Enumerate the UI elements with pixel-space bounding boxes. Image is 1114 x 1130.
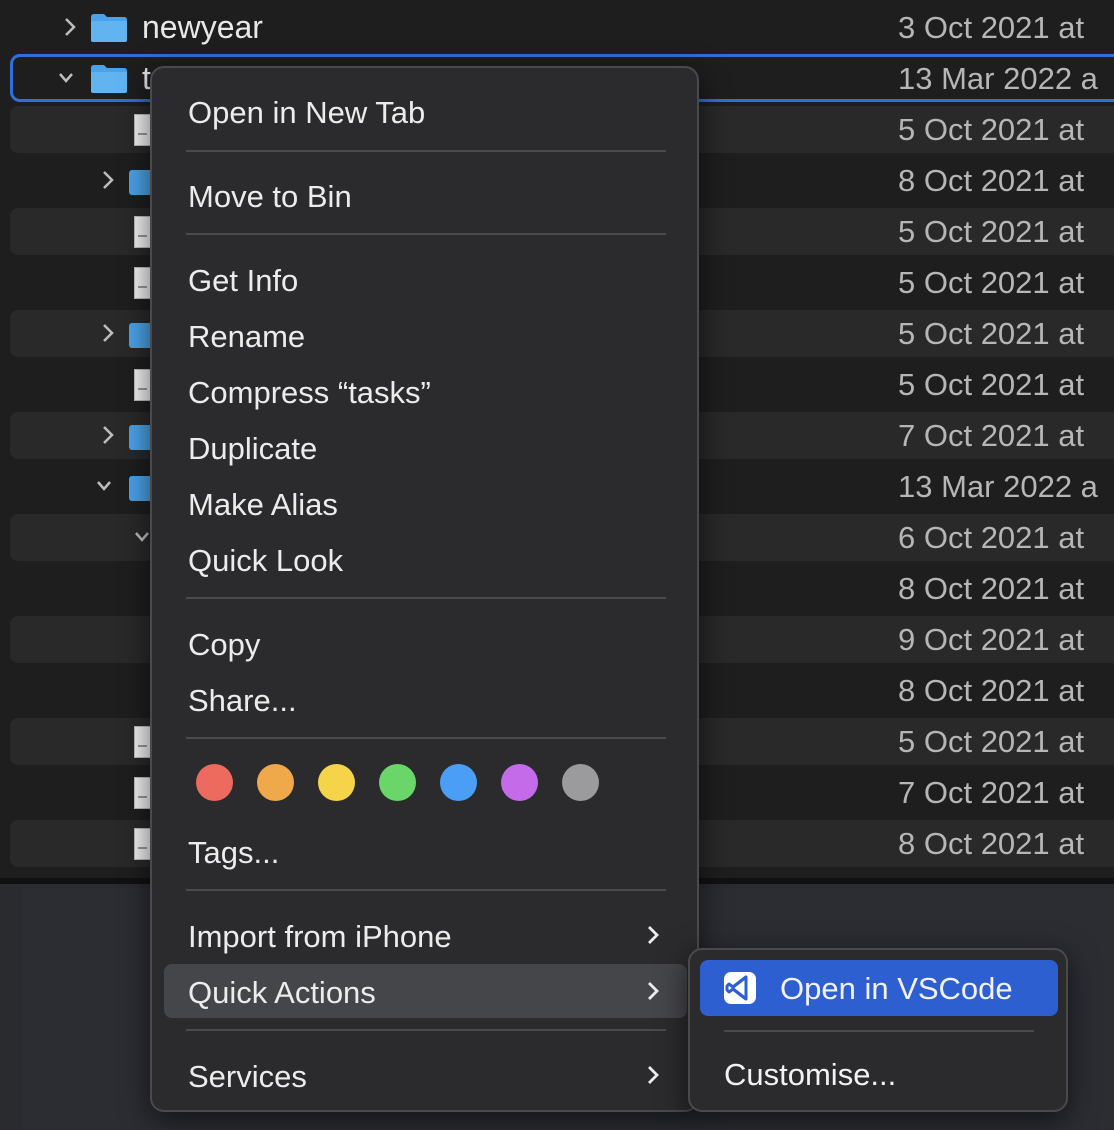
- menu-item-label: Customise...: [724, 1057, 897, 1092]
- tag-yellow-dot[interactable]: [318, 764, 355, 801]
- date-modified: 8 Oct 2021 at: [898, 163, 1085, 198]
- menu-separator: [186, 889, 666, 891]
- menu-separator: [186, 737, 666, 739]
- menu-item-label: Share...: [188, 683, 297, 718]
- chevron-down-icon[interactable]: [96, 474, 112, 498]
- menu-item-import-from-iphone[interactable]: Import from iPhone: [164, 908, 687, 962]
- menu-item-label: Tags...: [188, 835, 280, 870]
- menu-item-label: Move to Bin: [188, 179, 352, 214]
- chevron-right-icon: [648, 1066, 659, 1084]
- tag-purple-dot[interactable]: [501, 764, 538, 801]
- date-modified: 7 Oct 2021 at: [898, 418, 1085, 453]
- date-modified: 8 Oct 2021 at: [898, 826, 1085, 861]
- date-modified: 5 Oct 2021 at: [898, 214, 1085, 249]
- chevron-right-icon[interactable]: [100, 423, 116, 447]
- menu-item-services[interactable]: Services: [164, 1048, 687, 1102]
- menu-item-quick-look[interactable]: Quick Look: [164, 532, 687, 586]
- vscode-icon: [724, 972, 756, 1004]
- tag-grey-dot[interactable]: [562, 764, 599, 801]
- date-modified: 5 Oct 2021 at: [898, 724, 1085, 759]
- menu-item-open-in-new-tab[interactable]: Open in New Tab: [164, 84, 687, 138]
- document-icon: [134, 267, 151, 299]
- document-icon: [134, 828, 151, 860]
- date-modified: 5 Oct 2021 at: [898, 265, 1085, 300]
- date-modified: 5 Oct 2021 at: [898, 112, 1085, 147]
- menu-item-open-in-vscode[interactable]: Open in VSCode: [700, 960, 1058, 1016]
- menu-item-compress[interactable]: Compress “tasks”: [164, 364, 687, 418]
- tag-blue-dot[interactable]: [440, 764, 477, 801]
- chevron-right-icon[interactable]: [100, 168, 116, 192]
- menu-item-customise[interactable]: Customise...: [700, 1046, 1058, 1102]
- menu-item-label: Duplicate: [188, 431, 318, 466]
- menu-item-tags[interactable]: Tags...: [164, 824, 687, 878]
- menu-item-label: Quick Actions: [188, 975, 376, 1010]
- menu-separator: [724, 1030, 1034, 1032]
- menu-item-get-info[interactable]: Get Info: [164, 252, 687, 306]
- date-modified: 5 Oct 2021 at: [898, 367, 1085, 402]
- menu-item-duplicate[interactable]: Duplicate: [164, 420, 687, 474]
- date-modified: 6 Oct 2021 at: [898, 520, 1085, 555]
- date-modified: 5 Oct 2021 at: [898, 316, 1085, 351]
- menu-separator: [186, 150, 666, 152]
- date-modified: 8 Oct 2021 at: [898, 673, 1085, 708]
- menu-item-label: Services: [188, 1059, 307, 1094]
- menu-separator: [186, 597, 666, 599]
- document-icon: [134, 369, 151, 401]
- chevron-down-icon[interactable]: [134, 525, 150, 549]
- date-modified: 8 Oct 2021 at: [898, 571, 1085, 606]
- menu-item-label: Import from iPhone: [188, 919, 452, 954]
- document-icon: [134, 777, 151, 809]
- menu-item-rename[interactable]: Rename: [164, 308, 687, 362]
- menu-separator: [186, 1029, 666, 1031]
- menu-item-label: Rename: [188, 319, 306, 354]
- date-modified: 7 Oct 2021 at: [898, 775, 1085, 810]
- menu-item-label: Quick Look: [188, 543, 344, 578]
- document-icon: [134, 114, 151, 146]
- document-icon: [134, 726, 151, 758]
- menu-item-quick-actions[interactable]: Quick Actions: [164, 964, 687, 1018]
- menu-separator: [186, 233, 666, 235]
- tag-red-dot[interactable]: [196, 764, 233, 801]
- date-modified: 9 Oct 2021 at: [898, 622, 1085, 657]
- quick-actions-submenu: Open in VSCode Customise...: [688, 948, 1068, 1112]
- menu-item-label: Open in VSCode: [780, 971, 1013, 1006]
- date-modified: 3 Oct 2021 at: [898, 10, 1085, 45]
- menu-item-label: Compress “tasks”: [188, 375, 431, 410]
- chevron-right-icon[interactable]: [62, 15, 78, 39]
- tag-green-dot[interactable]: [379, 764, 416, 801]
- chevron-right-icon[interactable]: [100, 321, 116, 345]
- menu-item-copy[interactable]: Copy: [164, 616, 687, 670]
- menu-item-make-alias[interactable]: Make Alias: [164, 476, 687, 530]
- chevron-right-icon: [648, 982, 659, 1000]
- menu-item-label: Copy: [188, 627, 261, 662]
- date-modified: 13 Mar 2022 a: [898, 469, 1098, 504]
- context-menu: Open in New Tab Move to Bin Get Info Ren…: [150, 66, 699, 1112]
- tag-orange-dot[interactable]: [257, 764, 294, 801]
- file-name: newyear: [142, 9, 263, 45]
- document-icon: [134, 216, 151, 248]
- list-row-newyear[interactable]: newyear 3 Oct 2021 at: [0, 2, 1114, 53]
- menu-item-label: Make Alias: [188, 487, 338, 522]
- menu-item-label: Open in New Tab: [188, 95, 426, 130]
- menu-item-move-to-bin[interactable]: Move to Bin: [164, 168, 687, 222]
- folder-icon: [91, 14, 127, 42]
- menu-item-label: Get Info: [188, 263, 299, 298]
- menu-item-share[interactable]: Share...: [164, 672, 687, 726]
- chevron-right-icon: [648, 926, 659, 944]
